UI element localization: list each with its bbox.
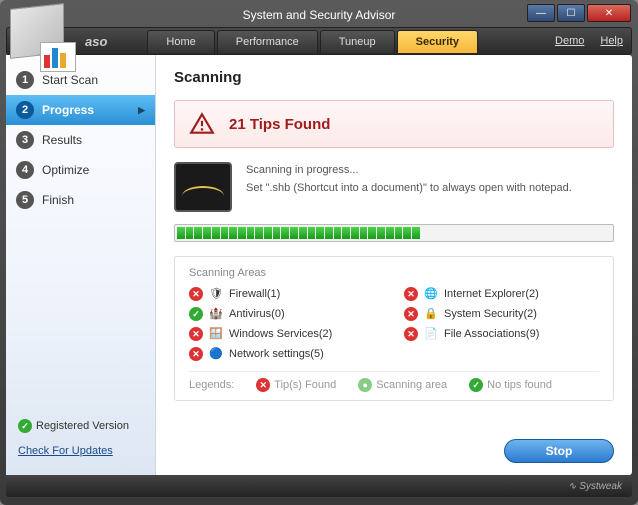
alert-text: 21 Tips Found — [229, 116, 330, 133]
error-icon: ✕ — [189, 287, 203, 301]
help-link[interactable]: Help — [600, 35, 623, 47]
step-results[interactable]: 3Results — [6, 125, 155, 155]
app-icon: 🌐 — [424, 287, 438, 301]
red-dot-icon: ✕ — [256, 378, 270, 392]
error-icon: ✕ — [404, 287, 418, 301]
step-label: Optimize — [42, 163, 89, 177]
scanning-areas: Scanning Areas ✕ 🛡 Firewall(1) ✕ 🌐 Internet E… — [174, 256, 614, 401]
page-title: Scanning — [174, 69, 614, 86]
demo-link[interactable]: Demo — [555, 35, 584, 47]
window-title: System and Security Advisor — [243, 8, 396, 22]
footer-brand: ∿ Systweak — [568, 481, 622, 492]
scan-monitor-icon — [174, 162, 232, 212]
app-icon: 🔵 — [209, 347, 223, 361]
area-label: Internet Explorer(2) — [444, 288, 539, 300]
error-icon: ✕ — [189, 327, 203, 341]
step-label: Results — [42, 133, 82, 147]
tab-tuneup[interactable]: Tuneup — [320, 30, 395, 53]
warning-icon — [189, 111, 215, 137]
tab-security[interactable]: Security — [397, 30, 478, 53]
maximize-button[interactable]: ☐ — [557, 4, 585, 22]
check-icon: ✓ — [189, 307, 203, 321]
scan-detail: Set ".shb (Shortcut into a document)" to… — [246, 180, 572, 198]
legends-label: Legends: — [189, 379, 234, 391]
app-window: System and Security Advisor — ☐ ✕ aso Ho… — [0, 0, 638, 505]
tab-home[interactable]: Home — [147, 30, 214, 53]
tips-alert: 21 Tips Found — [174, 100, 614, 148]
stop-button[interactable]: Stop — [504, 439, 614, 463]
check-icon: ✓ — [18, 419, 32, 433]
area-item: ✕ 🌐 Internet Explorer(2) — [404, 287, 599, 301]
check-icon: ✓ — [469, 378, 483, 392]
error-icon: ✕ — [404, 307, 418, 321]
areas-title: Scanning Areas — [189, 267, 599, 279]
step-label: Progress — [42, 103, 94, 117]
area-label: Windows Services(2) — [229, 328, 332, 340]
error-icon: ✕ — [189, 347, 203, 361]
brand-label: aso — [85, 34, 107, 49]
app-icon: 🏰 — [209, 307, 223, 321]
progress-bar — [174, 224, 614, 242]
app-icon: 🪟 — [209, 327, 223, 341]
registered-version: ✓Registered Version — [18, 419, 129, 433]
area-item: ✕ 🔒 System Security(2) — [404, 307, 599, 321]
app-icon: 📄 — [424, 327, 438, 341]
close-button[interactable]: ✕ — [587, 4, 631, 22]
area-item: ✕ 🪟 Windows Services(2) — [189, 327, 384, 341]
step-label: Finish — [42, 193, 74, 207]
main-panel: Scanning 21 Tips Found Scanning in progr… — [156, 55, 632, 475]
product-box-icon — [10, 6, 80, 66]
check-updates-link[interactable]: Check For Updates — [18, 445, 113, 457]
area-item: ✓ 🏰 Antivirus(0) — [189, 307, 384, 321]
legends: Legends: ✕Tip(s) Found ●Scanning area ✓N… — [189, 371, 599, 392]
error-icon: ✕ — [404, 327, 418, 341]
area-label: System Security(2) — [444, 308, 537, 320]
sidebar: 1Start Scan 2Progress▶ 3Results 4Optimiz… — [6, 55, 156, 475]
app-icon: 🔒 — [424, 307, 438, 321]
step-progress[interactable]: 2Progress▶ — [6, 95, 155, 125]
area-item: ✕ 🛡 Firewall(1) — [189, 287, 384, 301]
area-label: Network settings(5) — [229, 348, 324, 360]
footer: ∿ Systweak — [6, 475, 632, 497]
area-label: File Associations(9) — [444, 328, 539, 340]
step-start-scan[interactable]: 1Start Scan — [6, 65, 155, 95]
step-finish[interactable]: 5Finish — [6, 185, 155, 215]
area-item: ✕ 🔵 Network settings(5) — [189, 347, 384, 361]
scan-status: Scanning in progress... — [246, 162, 572, 180]
area-label: Antivirus(0) — [229, 308, 285, 320]
minimize-button[interactable]: — — [527, 4, 555, 22]
chevron-right-icon: ▶ — [138, 105, 145, 116]
top-nav: aso Home Performance Tuneup Security Dem… — [6, 27, 632, 55]
titlebar: System and Security Advisor — ☐ ✕ — [3, 3, 635, 27]
step-optimize[interactable]: 4Optimize — [6, 155, 155, 185]
area-label: Firewall(1) — [229, 288, 280, 300]
app-icon: 🛡 — [209, 287, 223, 301]
area-item: ✕ 📄 File Associations(9) — [404, 327, 599, 341]
tab-performance[interactable]: Performance — [217, 30, 318, 53]
step-label: Start Scan — [42, 73, 98, 87]
green-dot-icon: ● — [358, 378, 372, 392]
